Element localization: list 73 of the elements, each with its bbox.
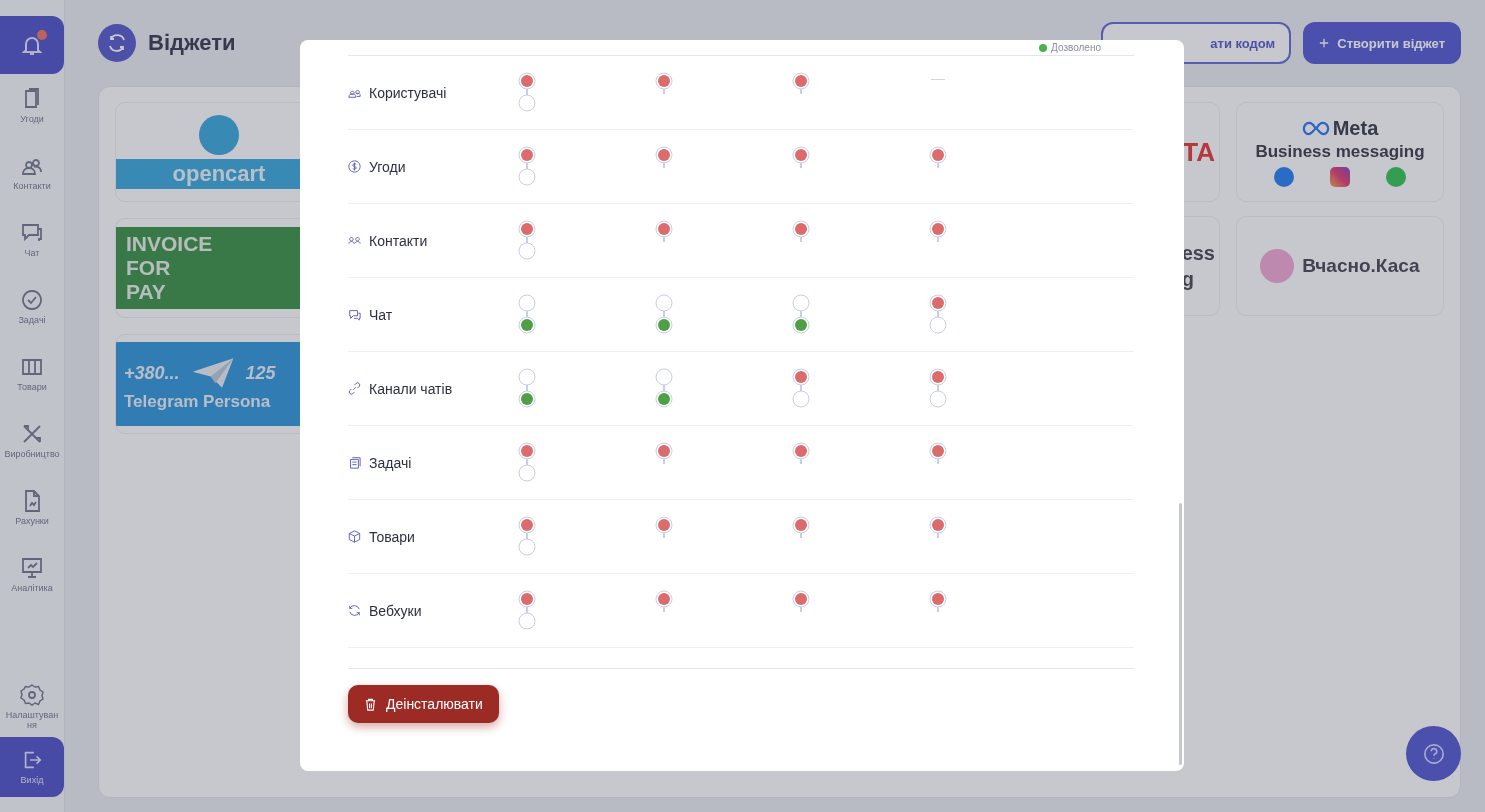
nav-item[interactable]: Контакти (0, 141, 64, 208)
nav-item[interactable]: Угоди (0, 74, 64, 141)
permission-toggle[interactable] (929, 516, 947, 538)
row-icon (348, 530, 361, 543)
empty-dash (931, 79, 945, 80)
permission-label: Товари (369, 528, 415, 545)
permission-toggle[interactable] (518, 590, 536, 630)
permission-toggle[interactable] (929, 590, 947, 612)
nav-item[interactable]: Рахунки (0, 476, 64, 543)
permission-label: Контакти (369, 232, 428, 249)
permission-toggle[interactable] (655, 146, 673, 168)
permission-toggle[interactable] (518, 368, 536, 408)
row-icon (348, 382, 361, 395)
row-icon (348, 604, 361, 617)
permission-toggle[interactable] (792, 442, 810, 464)
permission-toggle[interactable] (655, 442, 673, 464)
nav-item[interactable]: Чат (0, 208, 64, 275)
permission-toggle[interactable] (518, 146, 536, 186)
nav-icon (20, 556, 44, 580)
logout-button[interactable]: Вихід (0, 737, 64, 797)
permission-label: Чат (369, 306, 393, 323)
question-icon (1422, 742, 1445, 765)
permission-toggle[interactable] (655, 368, 673, 408)
permission-toggle[interactable] (792, 220, 810, 242)
permission-toggle[interactable] (792, 590, 810, 612)
permission-toggle[interactable] (655, 590, 673, 612)
refresh-icon (98, 24, 136, 62)
notifications-button[interactable] (0, 16, 64, 74)
permission-toggle[interactable] (655, 220, 673, 242)
permission-toggle[interactable] (792, 146, 810, 168)
permission-label: Канали чатів (369, 380, 453, 397)
uninstall-button[interactable]: Деінсталювати (348, 685, 499, 723)
permission-toggle[interactable] (929, 294, 947, 334)
permission-toggle[interactable] (518, 442, 536, 482)
permission-toggle[interactable] (518, 220, 536, 260)
widget-card[interactable]: Вчасно.Каса (1236, 216, 1444, 316)
permission-toggle[interactable] (792, 294, 810, 334)
permission-toggle[interactable] (518, 516, 536, 556)
nav-item[interactable]: Товари (0, 342, 64, 409)
permission-toggle[interactable] (792, 368, 810, 408)
permission-toggle[interactable] (929, 220, 947, 242)
page-title: Віджети (148, 30, 236, 56)
permission-label: Задачі (369, 454, 412, 471)
permission-label: Угоди (369, 158, 406, 175)
permission-toggle[interactable] (929, 442, 947, 464)
create-widget-button[interactable]: Створити віджет (1303, 22, 1461, 64)
nav-item[interactable]: Аналітика (0, 543, 64, 610)
permission-toggle[interactable] (655, 294, 673, 334)
infinity-logo-icon (1301, 121, 1330, 136)
permission-toggle[interactable] (929, 146, 947, 168)
permission-toggle[interactable] (518, 294, 536, 334)
permission-label: Вебхуки (369, 602, 422, 619)
widget-card[interactable]: Meta Business messaging (1236, 102, 1444, 202)
row-icon (348, 456, 361, 469)
trash-icon (364, 697, 377, 711)
permission-toggle[interactable] (655, 516, 673, 538)
nav-item[interactable]: Задачі (0, 275, 64, 342)
plus-icon (1319, 38, 1330, 48)
nav-item[interactable]: Виробництво (0, 409, 64, 476)
nav-icon (20, 288, 44, 312)
legend-label: Дозволено (1039, 41, 1101, 54)
permission-toggle[interactable] (655, 72, 673, 94)
row-icon (348, 234, 361, 247)
permission-toggle[interactable] (518, 72, 536, 112)
permission-toggle[interactable] (792, 72, 810, 94)
row-icon (348, 308, 361, 321)
row-icon (348, 160, 361, 173)
notification-dot (37, 30, 47, 40)
gear-icon (20, 683, 44, 707)
settings-nav-item[interactable]: Налаштування (0, 670, 64, 737)
permission-toggle[interactable] (792, 516, 810, 538)
permission-toggle[interactable] (929, 368, 947, 408)
permission-label: Користувачі (369, 84, 447, 101)
